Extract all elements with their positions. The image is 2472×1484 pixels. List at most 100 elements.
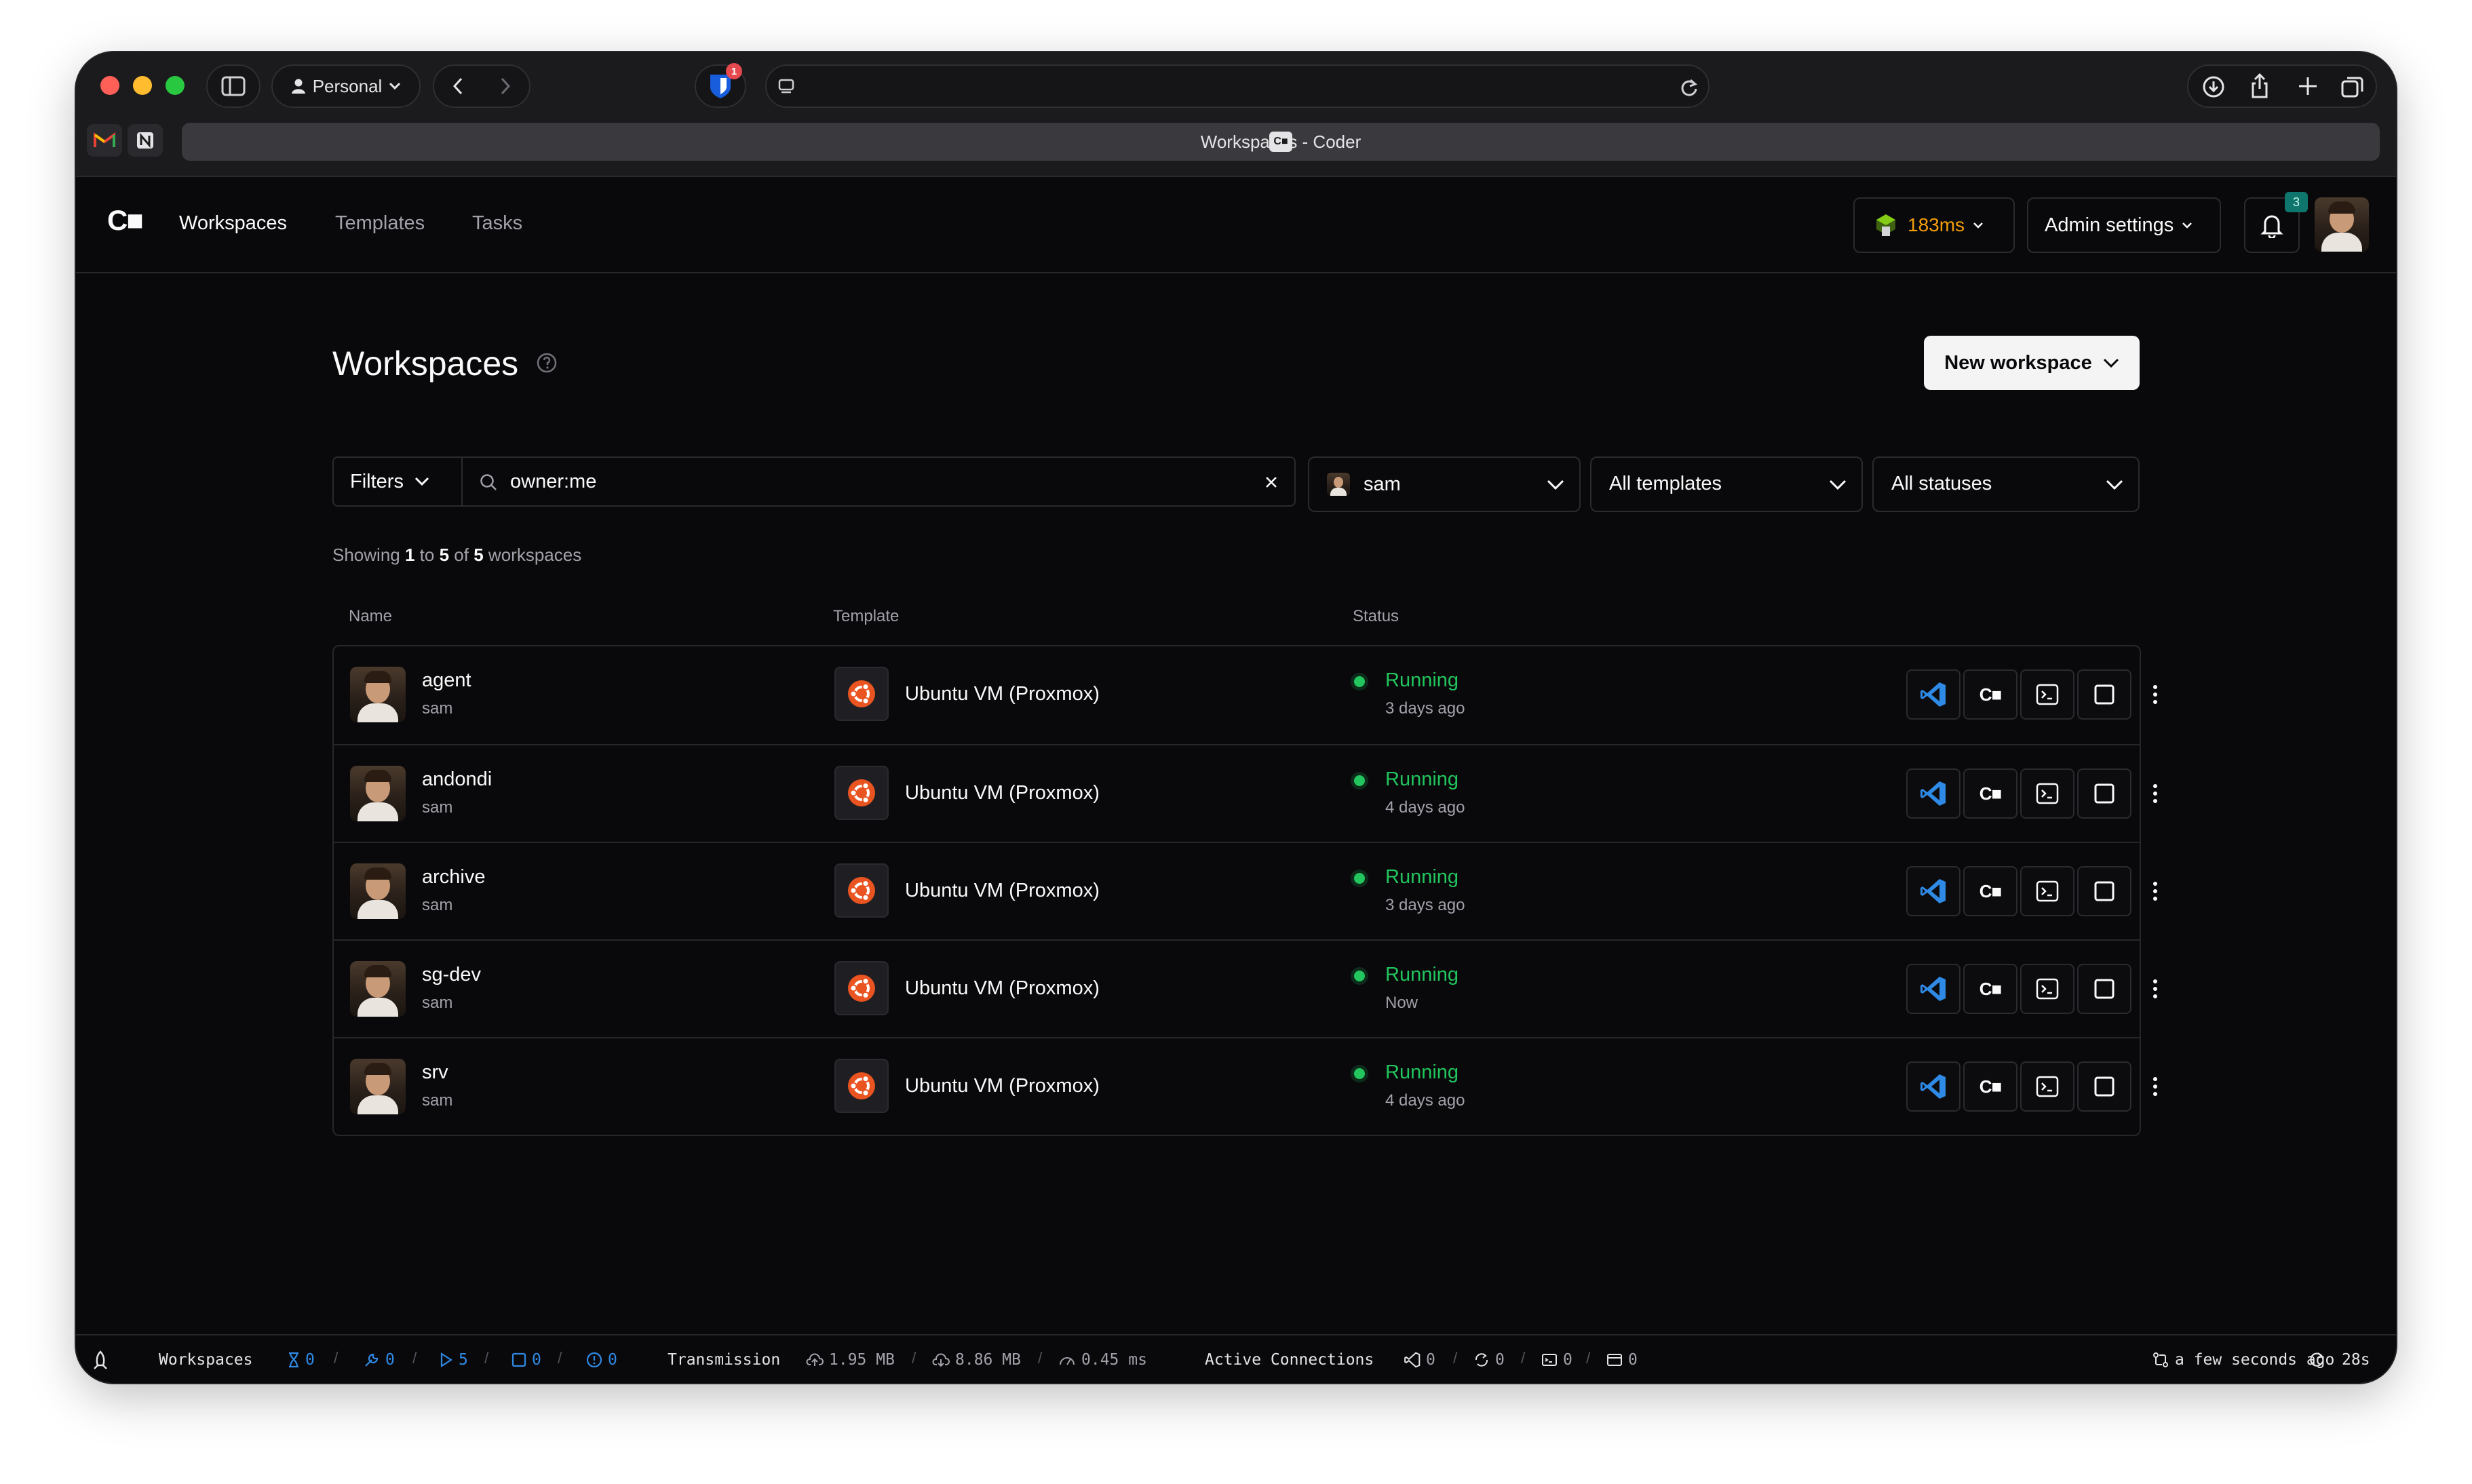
- table-row[interactable]: archive sam Ubuntu VM (Proxmox) Running …: [334, 842, 2157, 939]
- stop-workspace-button[interactable]: [2077, 1061, 2131, 1112]
- vscode-icon: [1920, 781, 1946, 806]
- template-icon-tile: [834, 1059, 889, 1113]
- new-tab-icon[interactable]: [2297, 75, 2319, 97]
- latency-value: 183ms: [1908, 214, 1965, 235]
- stop-workspace-button[interactable]: [2077, 866, 2131, 916]
- chevron-down-icon: [2106, 480, 2123, 490]
- clear-search-icon[interactable]: [1263, 474, 1279, 490]
- close-window-button[interactable]: [100, 76, 119, 95]
- workspace-name[interactable]: andondi: [422, 768, 492, 791]
- filters-button[interactable]: Filters: [332, 456, 463, 507]
- chevron-down-icon: [1547, 480, 1564, 490]
- more-options-button[interactable]: [2131, 669, 2179, 720]
- browser-toolbar: Personal 1 C■ Workspaces - Coder: [76, 52, 2396, 177]
- open-terminal-button[interactable]: [2020, 964, 2074, 1014]
- chevron-down-icon: [2103, 358, 2119, 368]
- admin-settings-button[interactable]: Admin settings: [2027, 197, 2221, 253]
- chevron-left-icon: [452, 77, 463, 95]
- workspace-name[interactable]: srv: [422, 1061, 448, 1084]
- workspace-name[interactable]: archive: [422, 866, 486, 889]
- template-select[interactable]: All templates: [1590, 456, 1863, 512]
- open-vscode-button[interactable]: [1906, 866, 1961, 916]
- bitwarden-extension-button[interactable]: 1: [695, 63, 746, 108]
- stop-workspace-button[interactable]: [2077, 669, 2131, 720]
- status-dot: [1354, 676, 1365, 687]
- template-name: Ubuntu VM (Proxmox): [905, 977, 1100, 999]
- terminal-icon: [1542, 1354, 1557, 1366]
- statusbar-running[interactable]: 5: [440, 1348, 468, 1372]
- open-terminal-button[interactable]: [2020, 768, 2074, 819]
- notifications-button[interactable]: 3: [2244, 192, 2308, 253]
- gmail-pinned-tab[interactable]: [87, 124, 122, 157]
- open-vscode-button[interactable]: [1906, 669, 1961, 720]
- statusbar-building[interactable]: 0: [364, 1348, 395, 1372]
- coder-app-icon: C■: [1979, 684, 2002, 705]
- stop-workspace-button[interactable]: [2077, 964, 2131, 1014]
- owner-select[interactable]: sam: [1308, 456, 1581, 512]
- back-button[interactable]: [434, 66, 482, 106]
- new-workspace-button[interactable]: New workspace: [1924, 336, 2140, 390]
- downloads-icon[interactable]: [2202, 75, 2225, 98]
- statusbar-refresh[interactable]: 28s: [2308, 1348, 2370, 1372]
- nav-templates[interactable]: Templates: [335, 212, 425, 235]
- open-terminal-button[interactable]: [2020, 1061, 2074, 1112]
- notion-pinned-tab[interactable]: [128, 124, 163, 157]
- user-avatar[interactable]: [2315, 197, 2369, 252]
- profile-button[interactable]: Personal: [271, 64, 421, 108]
- forward-button[interactable]: [482, 66, 529, 106]
- owner-value: sam: [1364, 473, 1401, 495]
- open-coder-app-button[interactable]: C■: [1963, 768, 2017, 819]
- more-options-button[interactable]: [2131, 964, 2179, 1014]
- table-row[interactable]: agent sam Ubuntu VM (Proxmox) Running 3 …: [334, 646, 2157, 744]
- vscode-icon: [1404, 1352, 1421, 1368]
- terminal-icon: [2036, 684, 2059, 705]
- more-options-button[interactable]: [2131, 768, 2179, 819]
- minimize-window-button[interactable]: [133, 76, 152, 95]
- reload-icon[interactable]: [1680, 78, 1699, 97]
- statusbar-pending[interactable]: 0: [288, 1348, 315, 1372]
- address-bar[interactable]: [765, 64, 1710, 108]
- search-input[interactable]: [510, 469, 1229, 494]
- active-tab[interactable]: C■ Workspaces - Coder: [182, 123, 2380, 161]
- nav-workspaces[interactable]: Workspaces: [179, 212, 287, 235]
- owner-avatar: [1327, 473, 1350, 496]
- more-options-button[interactable]: [2131, 1061, 2179, 1112]
- open-coder-app-button[interactable]: C■: [1963, 669, 2017, 720]
- coder-logo[interactable]: C■: [107, 204, 144, 237]
- share-icon[interactable]: [2249, 73, 2270, 100]
- statusbar-stopped[interactable]: 0: [511, 1348, 541, 1372]
- more-options-button[interactable]: [2131, 866, 2179, 916]
- coder-app-icon: C■: [1979, 1076, 2002, 1097]
- open-terminal-button[interactable]: [2020, 866, 2074, 916]
- person-icon: [291, 79, 305, 94]
- ubuntu-icon: [848, 975, 875, 1002]
- play-icon: [440, 1352, 453, 1368]
- workspace-owner: sam: [422, 798, 453, 817]
- tab-overview-icon[interactable]: [2340, 75, 2365, 98]
- open-vscode-button[interactable]: [1906, 1061, 1961, 1112]
- browser-window: Personal 1 C■ Workspaces - Coder C■ Work…: [76, 52, 2396, 1383]
- statusbar-transmission-label: Transmission: [668, 1351, 781, 1369]
- status-label: Running: [1385, 1061, 1459, 1083]
- sidebar-toggle-button[interactable]: [206, 64, 260, 108]
- proxy-latency-button[interactable]: 183ms: [1853, 197, 2015, 253]
- open-vscode-button[interactable]: [1906, 768, 1961, 819]
- statusbar-failed[interactable]: 0: [586, 1348, 617, 1372]
- open-coder-app-button[interactable]: C■: [1963, 1061, 2017, 1112]
- open-coder-app-button[interactable]: C■: [1963, 964, 2017, 1014]
- open-terminal-button[interactable]: [2020, 669, 2074, 720]
- maximize-window-button[interactable]: [166, 76, 185, 95]
- bell-icon: [2260, 215, 2283, 238]
- table-row[interactable]: sg-dev sam Ubuntu VM (Proxmox) Running N…: [334, 939, 2157, 1037]
- open-coder-app-button[interactable]: C■: [1963, 866, 2017, 916]
- status-select[interactable]: All statuses: [1872, 456, 2140, 512]
- workspace-name[interactable]: sg-dev: [422, 964, 481, 986]
- workspace-name[interactable]: agent: [422, 669, 471, 692]
- help-icon[interactable]: [536, 352, 558, 374]
- stop-workspace-button[interactable]: [2077, 768, 2131, 819]
- search-field[interactable]: [461, 456, 1296, 507]
- table-row[interactable]: srv sam Ubuntu VM (Proxmox) Running 4 da…: [334, 1037, 2157, 1135]
- open-vscode-button[interactable]: [1906, 964, 1961, 1014]
- nav-tasks[interactable]: Tasks: [472, 212, 522, 235]
- table-row[interactable]: andondi sam Ubuntu VM (Proxmox) Running …: [334, 744, 2157, 842]
